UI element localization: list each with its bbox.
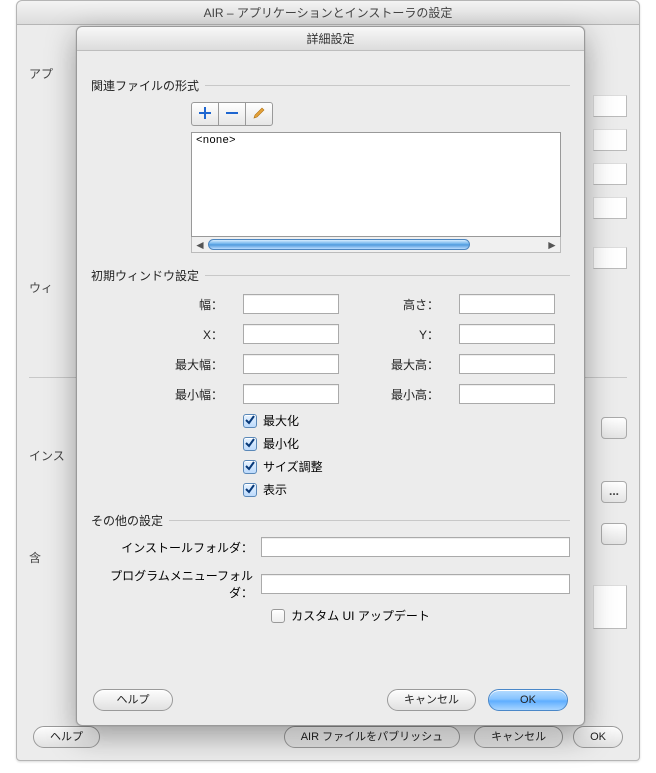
install-folder-input[interactable] (261, 537, 570, 557)
file-types-hscrollbar[interactable]: ◄ ► (191, 237, 561, 253)
bg-field-4[interactable] (593, 197, 627, 219)
check-icon (245, 460, 255, 474)
min-width-input[interactable] (243, 384, 339, 404)
scroll-track[interactable] (208, 237, 544, 252)
initial-window-legend: 初期ウィンドウ設定 (91, 267, 199, 284)
cancel-button[interactable]: キャンセル (387, 689, 476, 711)
maximizable-label: 最大化 (263, 412, 299, 429)
bg-field-6[interactable] (593, 585, 627, 629)
scroll-left-arrow-icon[interactable]: ◄ (192, 238, 208, 252)
scroll-right-arrow-icon[interactable]: ► (544, 238, 560, 252)
height-input[interactable] (459, 294, 555, 314)
minus-icon (225, 106, 239, 123)
custom-update-label: カスタム UI アップデート (291, 607, 430, 624)
bg-label-inst: インス (29, 447, 65, 464)
min-height-label: 最小高： (355, 386, 443, 403)
min-width-label: 最小幅： (159, 386, 227, 403)
edit-file-type-button[interactable] (245, 102, 273, 126)
parent-window-buttons: ヘルプ AIR ファイルをパブリッシュ キャンセル OK (33, 724, 623, 750)
section-other: その他の設定 インストールフォルダ： プログラムメニューフォルダ： カスタム U… (91, 512, 570, 624)
section-initial-window: 初期ウィンドウ設定 幅： 高さ： X： Y： 最大幅： 最大高： 最小幅： 最小… (91, 267, 570, 498)
maximizable-checkbox[interactable] (243, 414, 257, 428)
bg-field-1[interactable] (593, 95, 627, 117)
plus-icon (198, 106, 212, 123)
install-folder-label: インストールフォルダ： (91, 539, 253, 556)
check-icon (245, 414, 255, 428)
check-icon (245, 437, 255, 451)
max-height-label: 最大高： (355, 356, 443, 373)
parent-publish-button[interactable]: AIR ファイルをパブリッシュ (284, 726, 460, 748)
file-types-legend: 関連ファイルの形式 (91, 77, 199, 94)
file-types-list[interactable]: <none> (191, 132, 561, 237)
resizable-checkbox[interactable] (243, 460, 257, 474)
min-height-input[interactable] (459, 384, 555, 404)
resizable-label: サイズ調整 (263, 458, 323, 475)
divider (205, 85, 570, 86)
x-label: X： (159, 326, 227, 343)
visible-label: 表示 (263, 481, 287, 498)
parent-help-button[interactable]: ヘルプ (33, 726, 100, 748)
bg-iconbtn-2[interactable] (601, 523, 627, 545)
bg-field-3[interactable] (593, 163, 627, 185)
divider (205, 275, 570, 276)
remove-file-type-button[interactable] (218, 102, 246, 126)
bg-field-2[interactable] (593, 129, 627, 151)
max-height-input[interactable] (459, 354, 555, 374)
max-width-input[interactable] (243, 354, 339, 374)
divider (169, 520, 570, 521)
y-label: Y： (355, 326, 443, 343)
bg-label-app: アプ (29, 65, 53, 82)
dialog-title: 詳細設定 (77, 27, 584, 51)
add-file-type-button[interactable] (191, 102, 219, 126)
ok-button[interactable]: OK (488, 689, 568, 711)
height-label: 高さ： (355, 296, 443, 313)
max-width-label: 最大幅： (159, 356, 227, 373)
file-types-list-placeholder: <none> (196, 135, 236, 147)
check-icon (245, 483, 255, 497)
pencil-icon (252, 106, 266, 123)
bg-label-inc: 含 (29, 549, 41, 566)
parent-cancel-button[interactable]: キャンセル (474, 726, 563, 748)
program-menu-input[interactable] (261, 574, 570, 594)
dialog-buttons: ヘルプ キャンセル OK (93, 689, 568, 711)
program-menu-label: プログラムメニューフォルダ： (91, 567, 253, 601)
width-label: 幅： (159, 296, 227, 313)
scroll-thumb[interactable] (208, 239, 470, 250)
file-types-toolbar (191, 102, 570, 126)
custom-update-checkbox[interactable] (271, 609, 285, 623)
minimizable-checkbox[interactable] (243, 437, 257, 451)
help-button[interactable]: ヘルプ (93, 689, 173, 711)
y-input[interactable] (459, 324, 555, 344)
bg-iconbtn-1[interactable] (601, 417, 627, 439)
advanced-settings-dialog: 詳細設定 関連ファイルの形式 (76, 26, 585, 726)
x-input[interactable] (243, 324, 339, 344)
parent-ok-button[interactable]: OK (573, 726, 623, 748)
bg-label-win: ウィ (29, 279, 53, 296)
width-input[interactable] (243, 294, 339, 314)
minimizable-label: 最小化 (263, 435, 299, 452)
section-file-types: 関連ファイルの形式 (91, 77, 570, 253)
other-legend: その他の設定 (91, 512, 163, 529)
bg-field-5[interactable] (593, 247, 627, 269)
bg-dots-button[interactable]: ... (601, 481, 627, 503)
parent-window-title: AIR – アプリケーションとインストーラの設定 (17, 1, 639, 25)
visible-checkbox[interactable] (243, 483, 257, 497)
